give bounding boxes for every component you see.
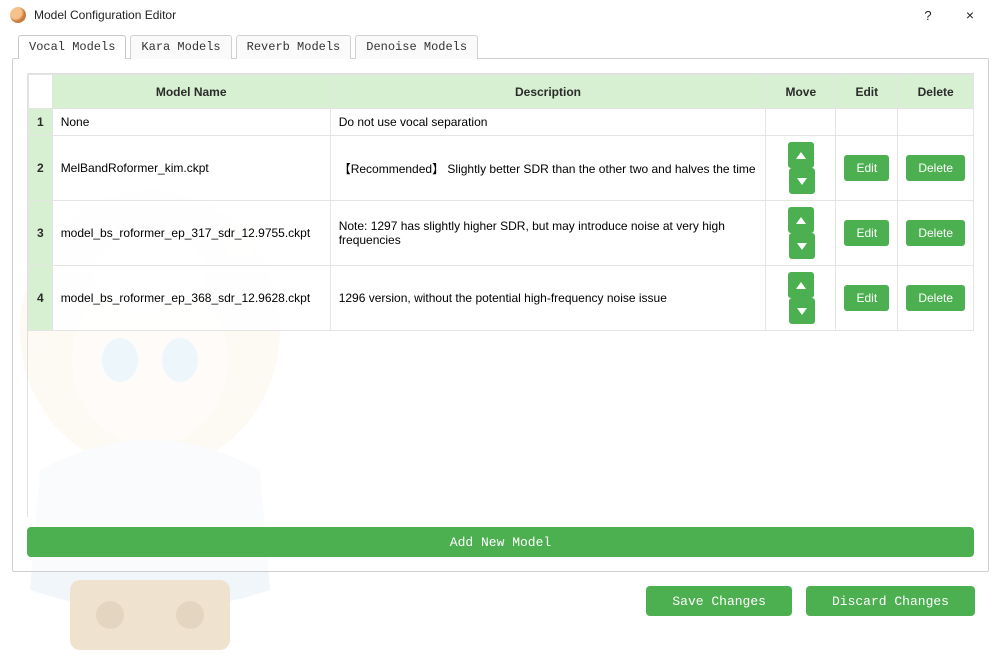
row-number: 1 — [29, 109, 53, 136]
move-cell — [766, 201, 836, 266]
col-delete: Delete — [898, 75, 974, 109]
tab-bar: Vocal Models Kara Models Reverb Models D… — [12, 34, 989, 58]
move-up-button[interactable] — [788, 272, 814, 298]
move-up-button[interactable] — [788, 207, 814, 233]
row-number: 4 — [29, 266, 53, 331]
model-name-cell[interactable]: None — [52, 109, 330, 136]
edit-cell: Edit — [836, 201, 898, 266]
edit-button[interactable]: Edit — [844, 220, 889, 246]
model-description-cell[interactable]: Note: 1297 has slightly higher SDR, but … — [330, 201, 766, 266]
triangle-down-icon — [797, 243, 807, 250]
move-cell — [766, 266, 836, 331]
delete-button[interactable]: Delete — [906, 285, 965, 311]
discard-changes-button[interactable]: Discard Changes — [806, 586, 975, 616]
models-table-wrap: Model Name Description Move Edit Delete … — [27, 73, 974, 517]
delete-cell: Delete — [898, 201, 974, 266]
row-number: 3 — [29, 201, 53, 266]
tab-denoise-models[interactable]: Denoise Models — [355, 35, 478, 59]
move-down-button[interactable] — [789, 168, 815, 194]
model-description-cell[interactable]: 【Recommended】 Slightly better SDR than t… — [330, 136, 766, 201]
help-button[interactable]: ? — [907, 0, 949, 30]
edit-button[interactable]: Edit — [844, 285, 889, 311]
table-row: 4model_bs_roformer_ep_368_sdr_12.9628.ck… — [29, 266, 974, 331]
add-new-model-button[interactable]: Add New Model — [27, 527, 974, 557]
triangle-up-icon — [796, 282, 806, 289]
col-description: Description — [330, 75, 766, 109]
edit-cell — [836, 109, 898, 136]
table-row: 1NoneDo not use vocal separation — [29, 109, 974, 136]
triangle-up-icon — [796, 152, 806, 159]
delete-cell: Delete — [898, 266, 974, 331]
save-changes-button[interactable]: Save Changes — [646, 586, 792, 616]
tab-reverb-models[interactable]: Reverb Models — [236, 35, 352, 59]
move-down-button[interactable] — [789, 233, 815, 259]
model-description-cell[interactable]: 1296 version, without the potential high… — [330, 266, 766, 331]
triangle-down-icon — [797, 308, 807, 315]
move-cell — [766, 136, 836, 201]
move-up-button[interactable] — [788, 142, 814, 168]
move-down-button[interactable] — [789, 298, 815, 324]
move-cell — [766, 109, 836, 136]
app-icon — [10, 7, 26, 23]
edit-cell: Edit — [836, 266, 898, 331]
table-row: 3model_bs_roformer_ep_317_sdr_12.9755.ck… — [29, 201, 974, 266]
col-move: Move — [766, 75, 836, 109]
edit-button[interactable]: Edit — [844, 155, 889, 181]
delete-button[interactable]: Delete — [906, 155, 965, 181]
col-edit: Edit — [836, 75, 898, 109]
model-name-cell[interactable]: MelBandRoformer_kim.ckpt — [52, 136, 330, 201]
close-button[interactable]: × — [949, 0, 991, 30]
titlebar: Model Configuration Editor ? × — [0, 0, 1001, 30]
tab-kara-models[interactable]: Kara Models — [130, 35, 231, 59]
model-name-cell[interactable]: model_bs_roformer_ep_317_sdr_12.9755.ckp… — [52, 201, 330, 266]
window-title: Model Configuration Editor — [34, 8, 176, 22]
footer-actions: Save Changes Discard Changes — [12, 572, 989, 616]
tab-panel: Model Name Description Move Edit Delete … — [12, 58, 989, 572]
triangle-up-icon — [796, 217, 806, 224]
models-table: Model Name Description Move Edit Delete … — [28, 74, 974, 331]
model-name-cell[interactable]: model_bs_roformer_ep_368_sdr_12.9628.ckp… — [52, 266, 330, 331]
table-corner — [29, 75, 53, 109]
triangle-down-icon — [797, 178, 807, 185]
row-number: 2 — [29, 136, 53, 201]
delete-button[interactable]: Delete — [906, 220, 965, 246]
table-row: 2MelBandRoformer_kim.ckpt【Recommended】 S… — [29, 136, 974, 201]
delete-cell: Delete — [898, 136, 974, 201]
tab-vocal-models[interactable]: Vocal Models — [18, 35, 126, 59]
edit-cell: Edit — [836, 136, 898, 201]
model-description-cell[interactable]: Do not use vocal separation — [330, 109, 766, 136]
delete-cell — [898, 109, 974, 136]
col-model-name: Model Name — [52, 75, 330, 109]
